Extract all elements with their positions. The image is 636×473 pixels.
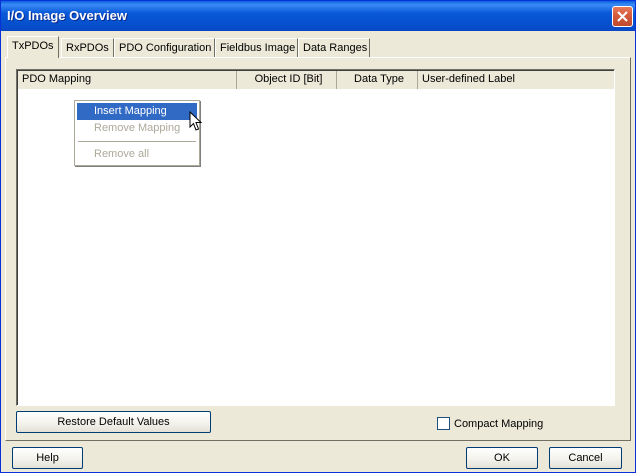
column-header-object-id[interactable]: Object ID [Bit] [237, 71, 337, 89]
compact-mapping-checkbox[interactable] [437, 417, 450, 430]
mouse-pointer-icon [189, 111, 203, 131]
compact-mapping-label[interactable]: Compact Mapping [454, 418, 543, 430]
close-button[interactable] [612, 6, 633, 27]
window-title: I/O Image Overview [7, 8, 127, 23]
io-image-overview-dialog: I/O Image Overview TxPDOs RxPDOs PDO Con… [0, 0, 636, 473]
tab-txpdos[interactable]: TxPDOs [7, 36, 59, 58]
column-header-data-type[interactable]: Data Type [337, 71, 418, 89]
cancel-button[interactable]: Cancel [549, 447, 622, 469]
help-button[interactable]: Help [12, 447, 83, 469]
close-icon [617, 11, 628, 22]
column-header-user-label[interactable]: User-defined Label [418, 71, 614, 89]
list-header: PDO Mapping Object ID [Bit] Data Type Us… [18, 71, 614, 89]
menu-item-remove-all: Remove all [94, 148, 150, 160]
column-header-pdo-mapping[interactable]: PDO Mapping [18, 71, 237, 89]
tab-data-ranges[interactable]: Data Ranges [298, 38, 370, 57]
ok-button[interactable]: OK [466, 447, 538, 469]
context-menu: Insert Mapping Remove Mapping Remove all [74, 100, 200, 166]
menu-separator [78, 141, 196, 142]
tab-fieldbus-image[interactable]: Fieldbus Image [215, 38, 298, 57]
tab-pdo-configuration[interactable]: PDO Configuration [114, 38, 215, 57]
menu-item-insert-mapping[interactable]: Insert Mapping [77, 103, 197, 120]
restore-default-values-button[interactable]: Restore Default Values [16, 411, 211, 433]
title-bar[interactable]: I/O Image Overview [1, 1, 635, 31]
tab-rxpdos[interactable]: RxPDOs [61, 38, 114, 57]
menu-item-remove-mapping: Remove Mapping [94, 122, 181, 134]
